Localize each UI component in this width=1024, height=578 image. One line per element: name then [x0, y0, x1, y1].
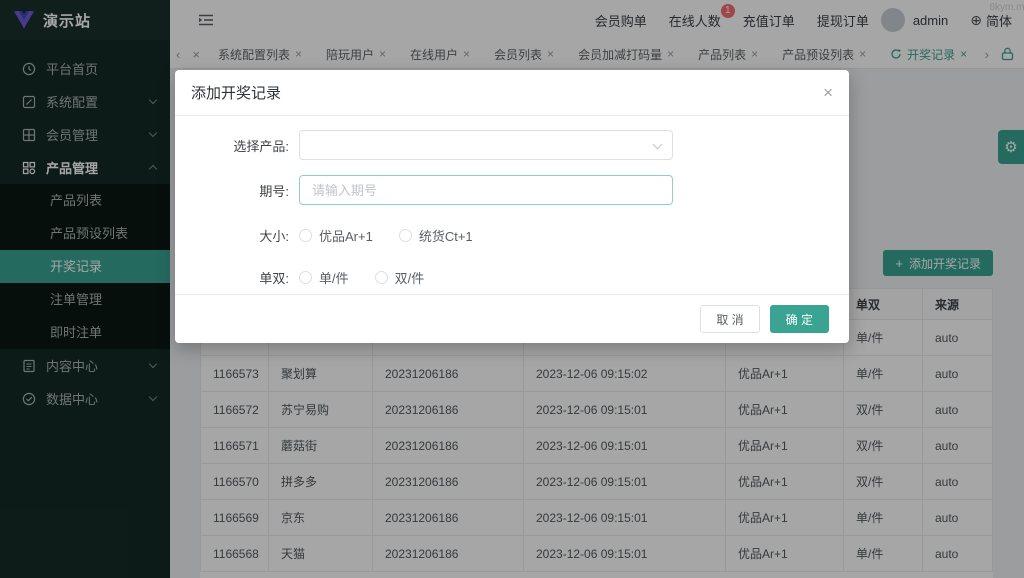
radio-size-option-1[interactable]: 优品Ar+1 — [299, 226, 373, 245]
radio-parity-option-2[interactable]: 双/件 — [374, 268, 425, 287]
add-record-modal: 添加开奖记录 × 选择产品: 期号: 大小: 优品Ar+1 统货Ct+1 单双:… — [175, 70, 849, 343]
confirm-button[interactable]: 确 定 — [769, 305, 829, 333]
product-select[interactable] — [299, 130, 673, 160]
radio-size-option-2[interactable]: 统货Ct+1 — [398, 226, 473, 245]
product-select-label: 选择产品: — [233, 138, 289, 154]
radio-label: 统货Ct+1 — [418, 229, 473, 244]
chevron-down-icon — [652, 139, 663, 150]
size-label: 大小: — [259, 229, 289, 244]
radio-label: 单/件 — [319, 271, 349, 286]
radio-label: 优品Ar+1 — [319, 229, 373, 244]
cancel-button[interactable]: 取 消 — [700, 305, 760, 333]
radio-icon — [299, 229, 312, 242]
parity-label: 单双: — [259, 271, 289, 286]
close-icon[interactable]: × — [823, 84, 833, 101]
radio-icon — [374, 271, 388, 284]
radio-icon — [299, 271, 312, 284]
radio-icon — [398, 229, 412, 242]
issue-input[interactable] — [299, 175, 673, 205]
radio-parity-option-1[interactable]: 单/件 — [299, 268, 349, 287]
modal-title: 添加开奖记录 — [191, 85, 282, 102]
radio-label: 双/件 — [394, 271, 425, 286]
issue-label: 期号: — [259, 183, 289, 199]
